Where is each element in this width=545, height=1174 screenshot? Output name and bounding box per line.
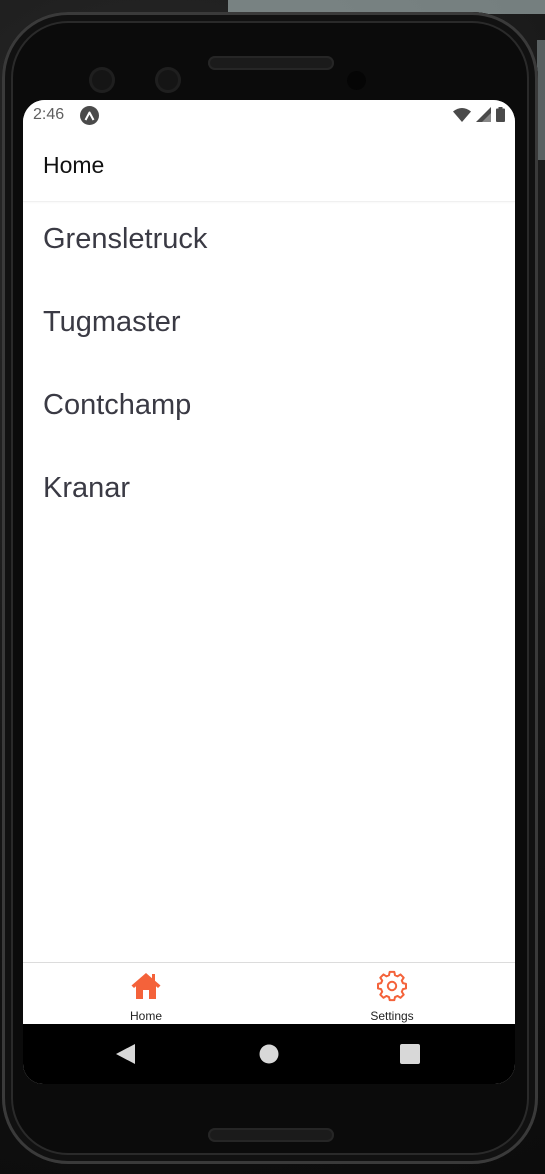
status-time: 2:46	[33, 106, 65, 123]
expo-a-icon	[80, 106, 99, 125]
equipment-list: Grensletruck Tugmaster Contchamp Kranar	[23, 201, 515, 533]
list-item-tugmaster[interactable]: Tugmaster	[23, 284, 515, 367]
tab-settings[interactable]: Settings	[269, 963, 515, 1025]
list-item-grensletruck[interactable]: Grensletruck	[23, 201, 515, 284]
gear-icon	[376, 970, 408, 1002]
list-item-label: Grensletruck	[43, 223, 208, 255]
wifi-icon	[453, 107, 471, 127]
list-item-contchamp[interactable]: Contchamp	[23, 367, 515, 450]
home-circle-icon[interactable]	[259, 1044, 279, 1069]
front-sensor	[155, 67, 181, 93]
bottom-speaker	[208, 1128, 334, 1142]
list-item-kranar[interactable]: Kranar	[23, 450, 515, 533]
tab-label-home: Home	[129, 1009, 162, 1023]
house-icon	[130, 970, 162, 1002]
system-nav-bar	[23, 1024, 515, 1084]
battery-icon	[496, 107, 505, 127]
front-camera	[89, 67, 115, 93]
proximity-sensor	[347, 71, 366, 90]
status-icons	[453, 107, 505, 127]
tab-home[interactable]: Home	[23, 963, 269, 1025]
bottom-tab-bar: Home Settings	[23, 962, 515, 1025]
list-item-label: Kranar	[43, 472, 131, 504]
cell-signal-icon	[476, 107, 491, 127]
list-item-label: Tugmaster	[43, 306, 181, 338]
recents-square-icon[interactable]	[400, 1044, 420, 1069]
status-bar: 2:46	[23, 100, 515, 132]
page-title: Home	[43, 152, 105, 178]
list-item-label: Contchamp	[43, 389, 192, 421]
device-screen: 2:46 Home Grensletruck Tugmaster Contcha…	[23, 100, 515, 1084]
tab-label-settings: Settings	[370, 1009, 414, 1023]
back-triangle-icon[interactable]	[116, 1044, 135, 1069]
earpiece-speaker	[208, 56, 334, 70]
background-accent-side	[537, 40, 545, 160]
app-header: Home	[23, 132, 515, 202]
